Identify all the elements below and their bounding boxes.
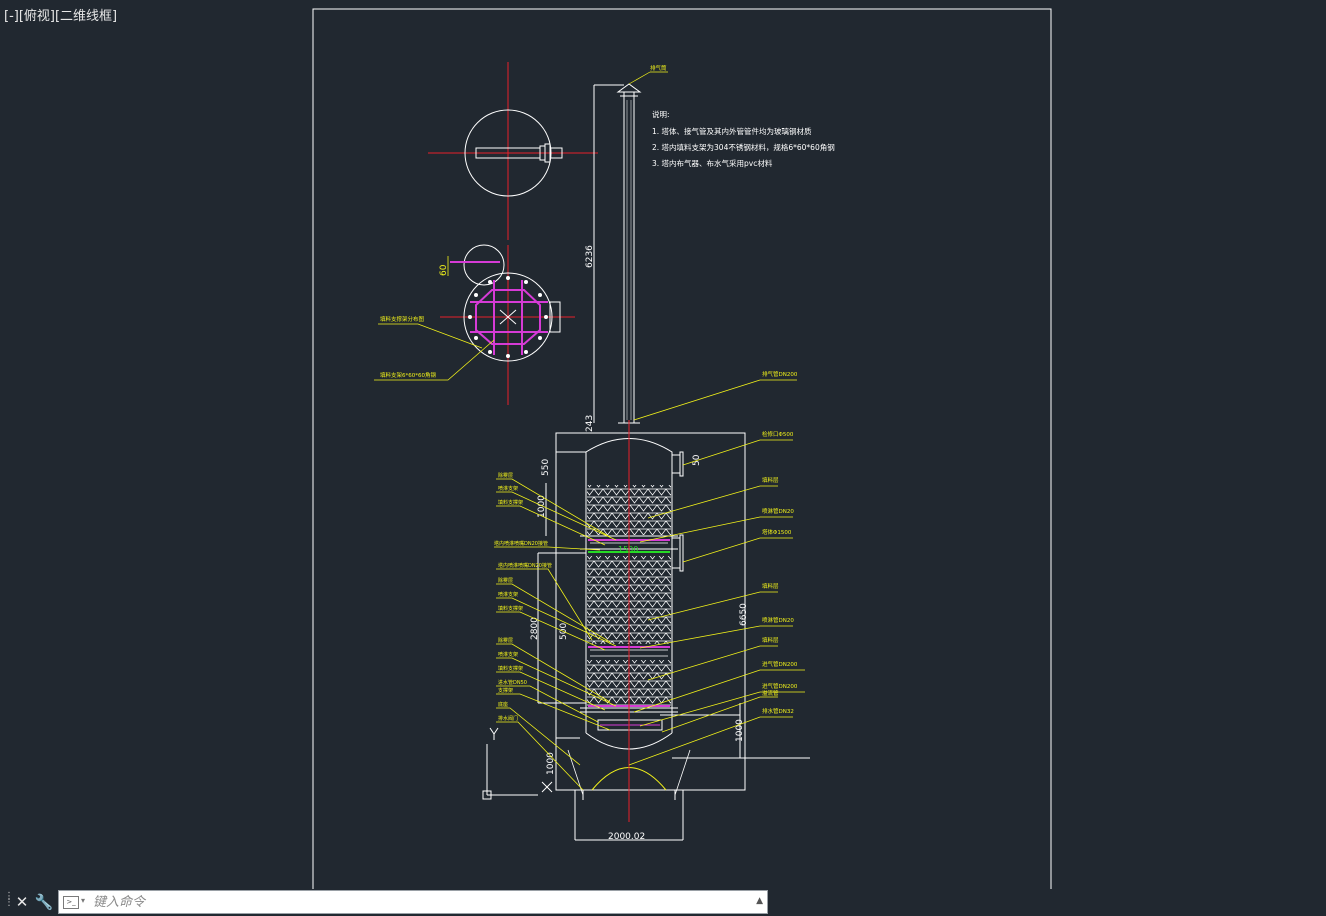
chevron-up-icon[interactable]: ▲ <box>756 896 763 906</box>
callout-inlet-2: 进气管DN200 <box>762 682 798 690</box>
note-2: 2. 塔内填料支架为304不锈钢材料，规格6*60*60角钢 <box>652 142 835 152</box>
callout-shell: 塔体Φ1500 <box>762 528 792 536</box>
callout-base: 底座 <box>498 701 508 708</box>
callout-spray-2: 喷淋管DN20 <box>762 616 794 624</box>
dim-top-head: 550 <box>541 459 551 476</box>
notes-block: 说明: 1. 塔体、接气管及其内外管管件均为玻璃钢材质 2. 塔内填料支架为30… <box>652 109 835 168</box>
callout-stack: 排气筒 <box>650 64 667 72</box>
dim-shell-dia: 1500 <box>618 545 638 554</box>
command-prompt-icon[interactable]: >_ <box>63 896 79 909</box>
callout-overflow: 溢流管 <box>762 689 779 697</box>
close-icon[interactable]: ✕ <box>12 892 32 912</box>
note-1: 1. 塔体、接气管及其内外管管件均为玻璃钢材质 <box>652 126 812 136</box>
exhaust-stack <box>593 71 668 424</box>
tower-elevation <box>537 432 810 841</box>
callout-drain: 排水管DN32 <box>762 707 794 715</box>
ucs-icon <box>482 727 553 800</box>
callout-packing-2: 填料层 <box>762 582 779 590</box>
plan-view-top <box>428 62 598 240</box>
drawing-canvas[interactable]: 60 填料支撑架分布图 填料支架6*60*60角钢 6236 243 排气筒 说… <box>0 0 1326 889</box>
dim-total-height: 6650 <box>739 603 749 626</box>
notes-heading: 说明: <box>652 109 670 119</box>
callout-packing-support-3: 填料支撑架 <box>498 665 523 672</box>
callout-support-frame: 支撑架 <box>498 687 513 694</box>
callout-drain-valve: 排水阀门 <box>498 715 518 722</box>
dim-skirt: 1000 <box>546 752 556 775</box>
chevron-down-icon[interactable]: ▾ <box>81 896 85 905</box>
callout-demister-2: 除雾层 <box>498 577 513 584</box>
callout-manhole: 检修口Φ500 <box>762 430 794 438</box>
note-3: 3. 塔内布气器、布水气采用pvc材料 <box>652 158 773 168</box>
callout-demister-3: 除雾层 <box>498 637 513 644</box>
dim-stack-base: 243 <box>585 415 595 432</box>
wrench-icon[interactable]: 🔧 <box>34 892 54 912</box>
plan-callout-support-layout: 填料支撑架分布图 <box>380 315 425 323</box>
dim-stack-height: 6236 <box>585 245 595 268</box>
dim-base-width: 2000.02 <box>608 832 645 842</box>
callout-spray-support-2: 喷淋支架 <box>498 591 518 598</box>
callout-packing-1: 填料层 <box>762 476 779 484</box>
paper-border <box>312 8 1052 889</box>
dim-plan-offset: 60 <box>439 264 449 276</box>
callout-packing-support-1: 填料支撑架 <box>498 499 523 506</box>
dim-bottom: 1000 <box>735 719 745 742</box>
callout-packing-support-2: 填料支撑架 <box>498 605 523 612</box>
callout-nozzle-1: 塔内喷淋喷嘴DN20接管 <box>494 540 548 547</box>
callout-packing-3: 填料层 <box>762 636 779 644</box>
command-line-bar: ⋮⋮ ✕ 🔧 >_ ▾ ▲ <box>0 889 770 916</box>
callout-spray-support-1: 喷淋支架 <box>498 485 518 492</box>
plan-callout-angle-steel: 填料支架6*60*60角钢 <box>380 371 436 379</box>
callout-demister-1: 除雾层 <box>498 472 513 479</box>
callout-exhaust-pipe: 排气管DN200 <box>762 370 798 378</box>
callout-nozzle-2: 塔内喷淋喷嘴DN20接管 <box>498 562 552 569</box>
command-input[interactable] <box>93 893 733 911</box>
plan-view-support <box>440 244 575 405</box>
drag-grip-icon[interactable]: ⋮ ⋮ <box>4 892 14 912</box>
command-input-wrapper: >_ ▾ ▲ <box>58 890 768 914</box>
callout-inlet-1: 进气管DN200 <box>762 660 798 668</box>
callout-water-inlet: 进水管DN50 <box>498 679 527 686</box>
callout-spray-1: 喷淋管DN20 <box>762 507 794 515</box>
callout-spray-support-3: 喷淋支架 <box>498 651 518 658</box>
